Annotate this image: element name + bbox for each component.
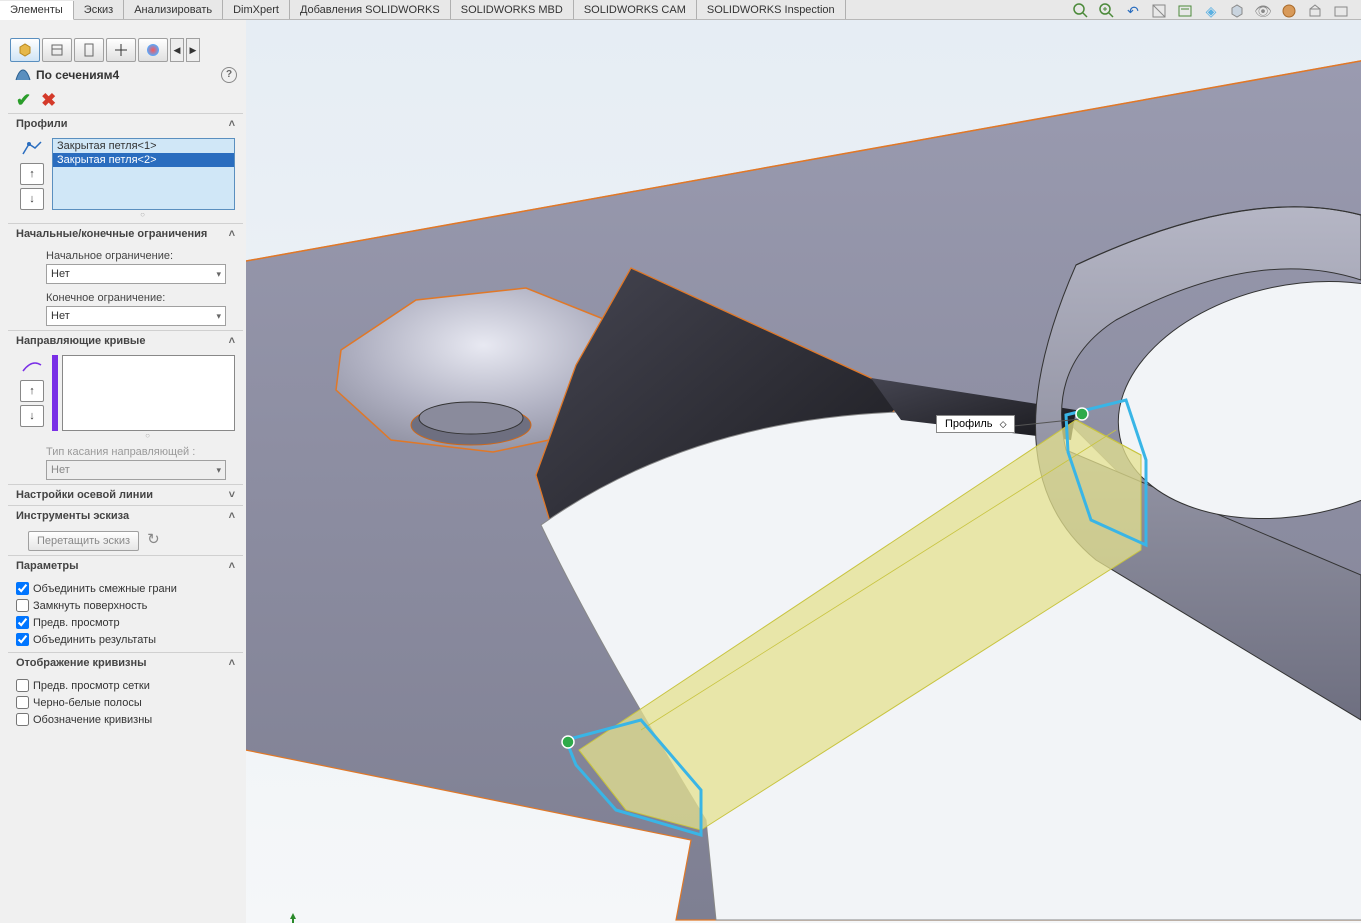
profile-item-2[interactable]: Закрытая петля<2> <box>53 153 234 167</box>
guide-color-bar <box>52 355 58 431</box>
param-close-surf-check[interactable] <box>16 599 29 612</box>
param-close-surf[interactable]: Замкнуть поверхность <box>16 597 235 614</box>
section-curvature-label: Отображение кривизны <box>16 657 147 669</box>
pm-tab-origin[interactable] <box>106 38 136 62</box>
chevron-down-icon: ˅ <box>229 489 235 501</box>
section-view-icon[interactable] <box>1149 1 1169 21</box>
curv-mesh-check[interactable] <box>16 679 29 692</box>
appearance-icon[interactable] <box>1279 1 1299 21</box>
guide-move-up-button[interactable]: ↑ <box>20 380 44 402</box>
drag-sketch-button[interactable]: Перетащить эскиз <box>28 531 139 551</box>
property-manager-panel: ◀ ▶ По сечениям4 ? ✔ ✖ Профили ˄ ↑ ↓ <box>8 36 243 913</box>
dynamic-notes-icon[interactable] <box>1175 1 1195 21</box>
curv-zebra-check[interactable] <box>16 696 29 709</box>
ok-button[interactable]: ✔ <box>16 90 31 111</box>
section-params-label: Параметры <box>16 560 78 572</box>
guide-move-down-button[interactable]: ↓ <box>20 405 44 427</box>
ok-cancel-row: ✔ ✖ <box>8 88 243 113</box>
guides-list[interactable] <box>62 355 235 431</box>
display-style-icon[interactable] <box>1227 1 1247 21</box>
loft-surface-icon <box>14 66 32 84</box>
section-sketchtools-label: Инструменты эскиза <box>16 510 129 522</box>
end-constraint-label: Конечное ограничение: <box>46 290 235 306</box>
section-constraints-label: Начальные/конечные ограничения <box>16 228 207 240</box>
curv-mesh[interactable]: Предв. просмотр сетки <box>16 677 235 694</box>
chevron-up-icon: ˄ <box>229 657 235 669</box>
tab-dimxpert[interactable]: DimXpert <box>223 0 290 19</box>
section-profiles-header[interactable]: Профили ˄ <box>8 114 243 134</box>
param-preview-check[interactable] <box>16 616 29 629</box>
section-sketchtools-header[interactable]: Инструменты эскиза ˄ <box>8 506 243 526</box>
callout-handle-icon[interactable]: ◇ <box>1000 419 1007 429</box>
section-guides-header[interactable]: Направляющие кривые ˄ <box>8 331 243 351</box>
start-constraint-select[interactable]: Нет▾ <box>46 264 226 284</box>
profile-callout: Профиль ◇ <box>936 415 1015 433</box>
cancel-button[interactable]: ✖ <box>41 90 56 111</box>
param-preview[interactable]: Предв. просмотр <box>16 614 235 631</box>
chevron-up-icon: ˄ <box>229 510 235 522</box>
section-profiles-label: Профили <box>16 118 67 130</box>
scene-icon[interactable] <box>1305 1 1325 21</box>
tab-mbd[interactable]: SOLIDWORKS MBD <box>451 0 574 19</box>
param-merge-adjacent-check[interactable] <box>16 582 29 595</box>
guide-tangent-label: Тип касания направляющей : <box>46 444 235 460</box>
profile-callout-text: Профиль <box>945 418 993 430</box>
curv-marks[interactable]: Обозначение кривизны <box>16 711 235 728</box>
param-merge-result[interactable]: Объединить результаты <box>16 631 235 648</box>
model-canvas <box>246 20 1361 923</box>
help-icon[interactable]: ? <box>221 67 237 83</box>
move-up-button[interactable]: ↑ <box>20 163 44 185</box>
tab-inspection[interactable]: SOLIDWORKS Inspection <box>697 0 846 19</box>
profile-item-1[interactable]: Закрытая петля<1> <box>53 139 234 153</box>
hide-show-icon[interactable]: 👁 <box>1253 1 1273 21</box>
feature-title: По сечениям4 <box>36 68 119 82</box>
guide-tangent-select: Нет▾ <box>46 460 226 480</box>
curv-marks-check[interactable] <box>16 713 29 726</box>
section-centerline-label: Настройки осевой линии <box>16 489 153 501</box>
pm-tab-sheet[interactable] <box>74 38 104 62</box>
end-constraint-select[interactable]: Нет▾ <box>46 306 226 326</box>
tab-features[interactable]: Элементы <box>0 1 74 20</box>
list-resize-grip[interactable]: ○ <box>62 431 235 440</box>
feature-title-row: По сечениям4 ? <box>8 62 243 88</box>
profile-selector-icon <box>20 138 44 160</box>
settings-icon[interactable] <box>1331 1 1351 21</box>
tab-cam[interactable]: SOLIDWORKS CAM <box>574 0 697 19</box>
pm-tab-feature[interactable] <box>10 38 40 62</box>
param-merge-adjacent[interactable]: Объединить смежные грани <box>16 580 235 597</box>
zoom-area-icon[interactable] <box>1097 1 1117 21</box>
section-centerline-header[interactable]: Настройки осевой линии ˅ <box>8 485 243 505</box>
chevron-up-icon: ˄ <box>229 228 235 240</box>
orientation-icon[interactable]: ◈ <box>1201 1 1221 21</box>
tab-addins[interactable]: Добавления SOLIDWORKS <box>290 0 451 19</box>
pm-tab-config[interactable] <box>42 38 72 62</box>
section-constraints-header[interactable]: Начальные/конечные ограничения ˄ <box>8 224 243 244</box>
param-merge-result-check[interactable] <box>16 633 29 646</box>
tab-sketch[interactable]: Эскиз <box>74 0 124 19</box>
redo-icon[interactable]: ↻ <box>147 531 160 548</box>
move-down-button[interactable]: ↓ <box>20 188 44 210</box>
section-curvature-header[interactable]: Отображение кривизны ˄ <box>8 653 243 673</box>
chevron-up-icon: ˄ <box>229 560 235 572</box>
panel-tabrow: ◀ ▶ <box>8 36 243 62</box>
zoom-fit-icon[interactable] <box>1071 1 1091 21</box>
list-resize-grip[interactable]: ○ <box>52 210 235 219</box>
pm-tab-appearance[interactable] <box>138 38 168 62</box>
pm-tab-scroll-left[interactable]: ◀ <box>170 38 184 62</box>
pm-tab-scroll-right[interactable]: ▶ <box>186 38 200 62</box>
profiles-list[interactable]: Закрытая петля<1> Закрытая петля<2> <box>52 138 235 210</box>
prev-view-icon[interactable]: ↶ <box>1123 1 1143 21</box>
section-guides-label: Направляющие кривые <box>16 335 145 347</box>
3d-viewport[interactable]: Профиль ◇ <box>246 20 1361 923</box>
view-toolbar: ↶ ◈ 👁 <box>1071 0 1351 22</box>
guide-selector-icon <box>20 355 44 377</box>
chevron-up-icon: ˄ <box>229 118 235 130</box>
curv-zebra[interactable]: Черно-белые полосы <box>16 694 235 711</box>
chevron-up-icon: ˄ <box>229 335 235 347</box>
start-constraint-label: Начальное ограничение: <box>46 248 235 264</box>
tab-analyze[interactable]: Анализировать <box>124 0 223 19</box>
section-params-header[interactable]: Параметры ˄ <box>8 556 243 576</box>
